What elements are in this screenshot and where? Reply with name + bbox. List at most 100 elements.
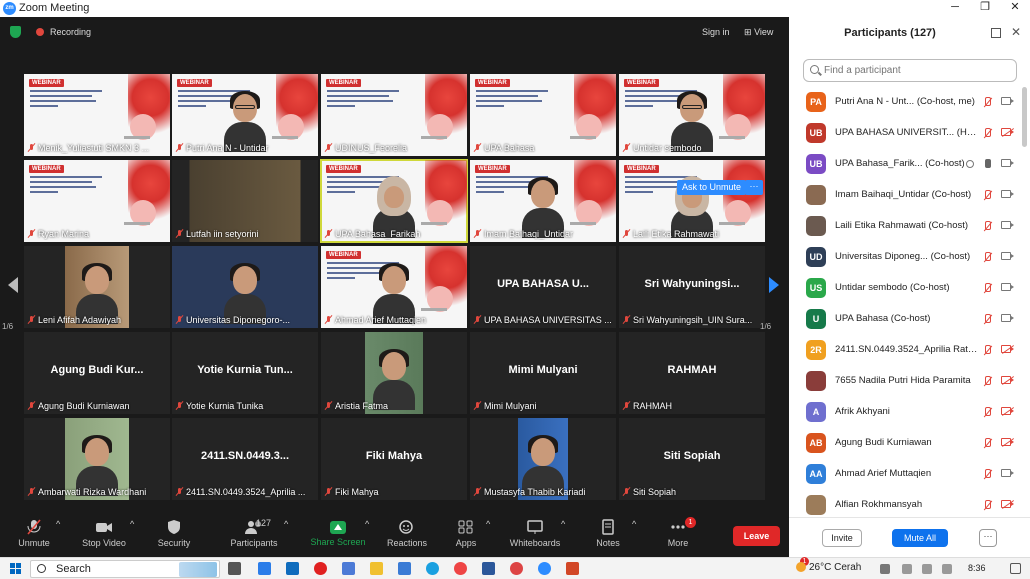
mail-icon[interactable] bbox=[286, 562, 299, 575]
task-view-icon[interactable] bbox=[228, 562, 241, 575]
opera-icon[interactable] bbox=[314, 562, 327, 575]
next-page-button[interactable]: 1/6 bbox=[760, 267, 789, 337]
video-tile[interactable]: WEBINAR Ryan Marina bbox=[24, 160, 170, 242]
participant-search-input[interactable] bbox=[824, 63, 1009, 78]
apps-options-caret[interactable]: ^ bbox=[486, 519, 490, 555]
video-icon[interactable] bbox=[1001, 252, 1014, 260]
minimize-button[interactable]: ─ bbox=[940, 0, 970, 17]
video-tile[interactable]: Siti Sopiah Siti Sopiah bbox=[619, 418, 765, 500]
mic-muted-icon[interactable] bbox=[982, 375, 993, 387]
video-tile[interactable]: WEBINAR Untidar sembodo bbox=[619, 74, 765, 156]
dropbox-icon[interactable] bbox=[258, 562, 271, 575]
tray-chevron-icon[interactable] bbox=[880, 564, 890, 574]
edge-icon[interactable] bbox=[426, 562, 439, 575]
video-icon[interactable] bbox=[1001, 314, 1014, 322]
video-off-icon[interactable] bbox=[1001, 500, 1014, 508]
video-tile[interactable]: Ambarwati Rizka Wardhani bbox=[24, 418, 170, 500]
mic-muted-icon[interactable] bbox=[982, 282, 993, 294]
mic-muted-icon[interactable] bbox=[982, 251, 993, 263]
participant-row[interactable]: UB UPA Bahasa_Farik... (Co-host) bbox=[789, 149, 1021, 180]
whiteboards-button[interactable]: Whiteboards bbox=[506, 519, 564, 555]
video-tile[interactable]: WEBINAR Laili Etika Rahmawati bbox=[619, 160, 765, 242]
view-button[interactable]: ⊞ View bbox=[744, 27, 773, 38]
share-options-caret[interactable]: ^ bbox=[365, 519, 369, 555]
tile-more-options-button[interactable]: ··· bbox=[745, 180, 763, 195]
word-icon[interactable] bbox=[482, 562, 495, 575]
participant-row[interactable]: UB UPA BAHASA UNIVERSIT... (Host) bbox=[789, 118, 1021, 149]
video-icon[interactable] bbox=[1001, 97, 1014, 105]
powerpoint-icon[interactable] bbox=[566, 562, 579, 575]
zoom-taskbar-icon[interactable] bbox=[538, 562, 551, 575]
battery-icon[interactable] bbox=[942, 564, 952, 574]
video-tile[interactable]: WEBINAR UPA Bahasa_Farikah bbox=[320, 159, 468, 243]
store-icon[interactable] bbox=[398, 562, 411, 575]
participant-row[interactable]: 7655 Nadila Putri Hida Paramita bbox=[789, 366, 1021, 397]
windows-start-icon[interactable] bbox=[10, 563, 22, 575]
video-tile[interactable]: 2411.SN.0449.3... 2411.SN.0449.3524_April… bbox=[172, 418, 318, 500]
weather-widget[interactable]: 26°C Cerah bbox=[796, 562, 861, 573]
ask-to-unmute-button[interactable]: Ask to Unmute bbox=[677, 180, 747, 195]
mic-icon[interactable] bbox=[982, 158, 993, 170]
maximize-button[interactable]: ❐ bbox=[970, 0, 1000, 17]
video-icon[interactable] bbox=[1001, 469, 1014, 477]
video-tile[interactable]: Mimi Mulyani Mimi Mulyani bbox=[470, 332, 616, 414]
taskbar-search-box[interactable]: Search bbox=[30, 560, 220, 578]
video-tile[interactable]: Leni Afifah Adawiyah bbox=[24, 246, 170, 328]
participant-row[interactable]: A Afrik Akhyani bbox=[789, 397, 1021, 428]
clock[interactable]: 8:36 bbox=[968, 563, 986, 573]
video-tile[interactable]: UPA BAHASA U... UPA BAHASA UNIVERSITAS ..… bbox=[470, 246, 616, 328]
popout-icon[interactable] bbox=[991, 28, 1001, 38]
participants-options-caret[interactable]: ^ bbox=[284, 519, 288, 555]
video-off-icon[interactable] bbox=[1001, 128, 1014, 136]
participant-row[interactable]: Laili Etika Rahmawati (Co-host) bbox=[789, 211, 1021, 242]
participant-list-scrollbar[interactable] bbox=[1022, 87, 1027, 147]
notification-icon[interactable] bbox=[1010, 563, 1021, 574]
whiteboards-options-caret[interactable]: ^ bbox=[561, 519, 565, 555]
notes-button[interactable]: Notes bbox=[590, 519, 626, 555]
stop-video-button[interactable]: Stop Video bbox=[78, 519, 130, 555]
video-off-icon[interactable] bbox=[1001, 345, 1014, 353]
video-icon[interactable] bbox=[1001, 159, 1014, 167]
audio-options-caret[interactable]: ^ bbox=[56, 519, 60, 555]
participant-row[interactable]: AA Ahmad Arief Muttaqien bbox=[789, 459, 1021, 490]
participant-row[interactable]: 2R 2411.SN.0449.3524_Aprilia Ratn... bbox=[789, 335, 1021, 366]
participants-button[interactable]: 127 Participants bbox=[228, 518, 280, 555]
video-tile[interactable]: RAHMAH RAHMAH bbox=[619, 332, 765, 414]
leave-button[interactable]: Leave bbox=[733, 526, 780, 546]
video-off-icon[interactable] bbox=[1001, 438, 1014, 446]
video-tile[interactable]: Mustasyfa Thabib Kariadi bbox=[470, 418, 616, 500]
mic-muted-icon[interactable] bbox=[982, 189, 993, 201]
mic-muted-icon[interactable] bbox=[982, 437, 993, 449]
mic-muted-icon[interactable] bbox=[982, 220, 993, 232]
participant-row[interactable]: US Untidar sembodo (Co-host) bbox=[789, 273, 1021, 304]
security-shield-icon[interactable] bbox=[10, 26, 21, 38]
video-options-caret[interactable]: ^ bbox=[130, 519, 134, 555]
panel-more-button[interactable]: ··· bbox=[979, 529, 997, 547]
participant-row[interactable]: PA Putri Ana N - Unt... (Co-host, me) bbox=[789, 87, 1021, 118]
recording-indicator[interactable]: Recording bbox=[32, 24, 97, 40]
video-tile[interactable]: WEBINAR Imam Baihaqi_Untidar bbox=[470, 160, 616, 242]
mic-muted-icon[interactable] bbox=[982, 499, 993, 511]
video-tile[interactable]: Yotie Kurnia Tun... Yotie Kurnia Tunika bbox=[172, 332, 318, 414]
video-tile[interactable]: Agung Budi Kur... Agung Budi Kurniawan bbox=[24, 332, 170, 414]
close-panel-icon[interactable]: ✕ bbox=[1011, 25, 1021, 39]
video-icon[interactable] bbox=[1001, 283, 1014, 291]
video-icon[interactable] bbox=[1001, 190, 1014, 198]
video-tile[interactable]: Lutfah iin setyorini bbox=[172, 160, 318, 242]
video-tile[interactable]: Fiki Mahya Fiki Mahya bbox=[321, 418, 467, 500]
close-window-button[interactable]: ✕ bbox=[1000, 0, 1030, 17]
mic-muted-icon[interactable] bbox=[982, 127, 993, 139]
participant-row[interactable]: UD Universitas Diponeg... (Co-host) bbox=[789, 242, 1021, 273]
participant-row[interactable]: Imam Baihaqi_Untidar (Co-host) bbox=[789, 180, 1021, 211]
invite-button[interactable]: Invite bbox=[822, 529, 862, 547]
mic-muted-icon[interactable] bbox=[982, 313, 993, 325]
participant-row[interactable]: U UPA Bahasa (Co-host) bbox=[789, 304, 1021, 335]
chrome-profile-icon[interactable] bbox=[510, 562, 523, 575]
video-tile[interactable]: Aristia Fatma bbox=[321, 332, 467, 414]
volume-icon[interactable] bbox=[922, 564, 932, 574]
word-app-icon[interactable] bbox=[342, 562, 355, 575]
mic-muted-icon[interactable] bbox=[982, 96, 993, 108]
notes-options-caret[interactable]: ^ bbox=[632, 519, 636, 555]
mic-muted-icon[interactable] bbox=[982, 406, 993, 418]
participant-row[interactable]: AB Agung Budi Kurniawan bbox=[789, 428, 1021, 459]
